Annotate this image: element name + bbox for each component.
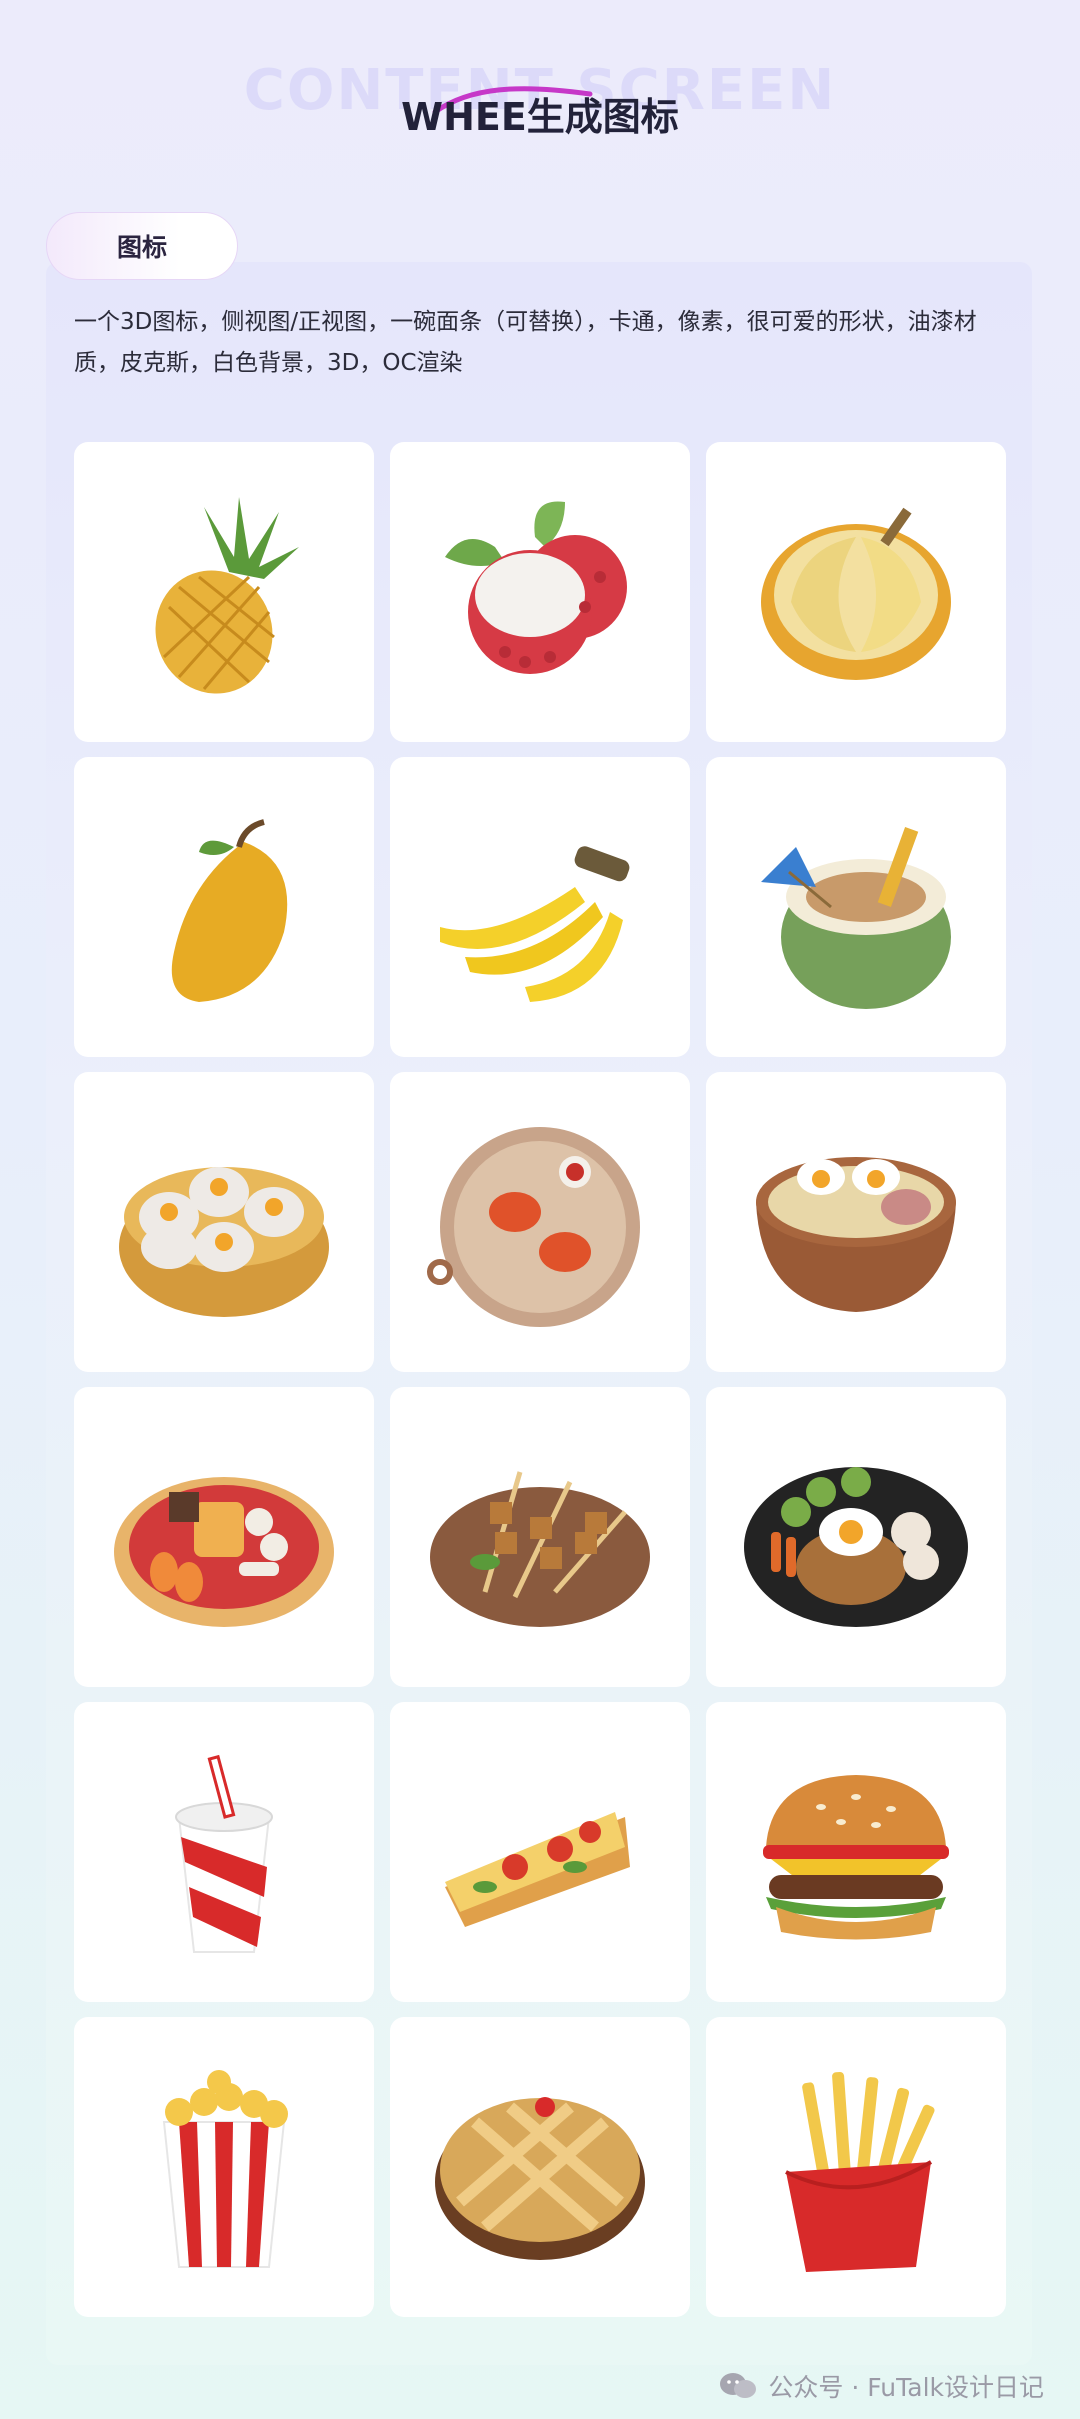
- gallery-item[interactable]: [390, 442, 690, 742]
- tab-icons[interactable]: 图标: [46, 212, 238, 280]
- wechat-icon: [720, 2373, 757, 2398]
- gallery-item[interactable]: [74, 1387, 374, 1687]
- gallery-item[interactable]: [390, 2017, 690, 2317]
- icon-gallery: [74, 442, 1006, 2317]
- gallery-item[interactable]: [706, 1072, 1006, 1372]
- banana-icon: [440, 846, 630, 1002]
- gallery-item[interactable]: [706, 1702, 1006, 2002]
- gallery-item[interactable]: [390, 1702, 690, 2002]
- dumpling-steamer-icon: [119, 1167, 329, 1317]
- coconut-drink-icon: [761, 827, 951, 1009]
- gallery-item[interactable]: [74, 442, 374, 742]
- fried-rice-plate-icon: [744, 1467, 968, 1627]
- crab-platter-icon: [427, 1127, 640, 1327]
- gallery-item[interactable]: [390, 1072, 690, 1372]
- mango-icon: [171, 819, 288, 1002]
- prompt-text: 一个3D图标，侧视图/正视图，一碗面条（可替换），卡通，像素，很可爱的形状，油漆…: [74, 309, 977, 376]
- pie-icon: [435, 2097, 645, 2260]
- skewers-plate-icon: [430, 1471, 650, 1627]
- pineapple-icon: [155, 497, 299, 694]
- gallery-item[interactable]: [706, 757, 1006, 1057]
- page-header: CONTENT SCREEN WHEE生成图标: [0, 0, 1080, 200]
- durian-icon: [761, 507, 951, 680]
- snack-platter-icon: [114, 1477, 334, 1627]
- gallery-item[interactable]: [74, 1072, 374, 1372]
- gallery-item[interactable]: [390, 1387, 690, 1687]
- gallery-item[interactable]: [74, 1702, 374, 2002]
- fries-icon: [785, 2071, 935, 2272]
- gallery-item[interactable]: [390, 757, 690, 1057]
- gallery-item[interactable]: [706, 442, 1006, 742]
- pizza-slice-icon: [445, 1812, 630, 1927]
- burger-icon: [763, 1775, 949, 1940]
- watermark-text: 公众号 · FuTalk设计日记: [768, 2373, 1044, 2402]
- soda-cup-icon: [175, 1754, 273, 1953]
- page-title: WHEE生成图标: [401, 95, 679, 139]
- noodle-bowl-icon: [756, 1157, 956, 1312]
- gallery-item[interactable]: [706, 2017, 1006, 2317]
- gallery-item[interactable]: [74, 2017, 374, 2317]
- gallery-item[interactable]: [706, 1387, 1006, 1687]
- watermark: 公众号 · FuTalk设计日记: [718, 2366, 1044, 2406]
- popcorn-icon: [162, 2070, 288, 2268]
- gallery-item[interactable]: [74, 757, 374, 1057]
- lychee-icon: [445, 501, 627, 674]
